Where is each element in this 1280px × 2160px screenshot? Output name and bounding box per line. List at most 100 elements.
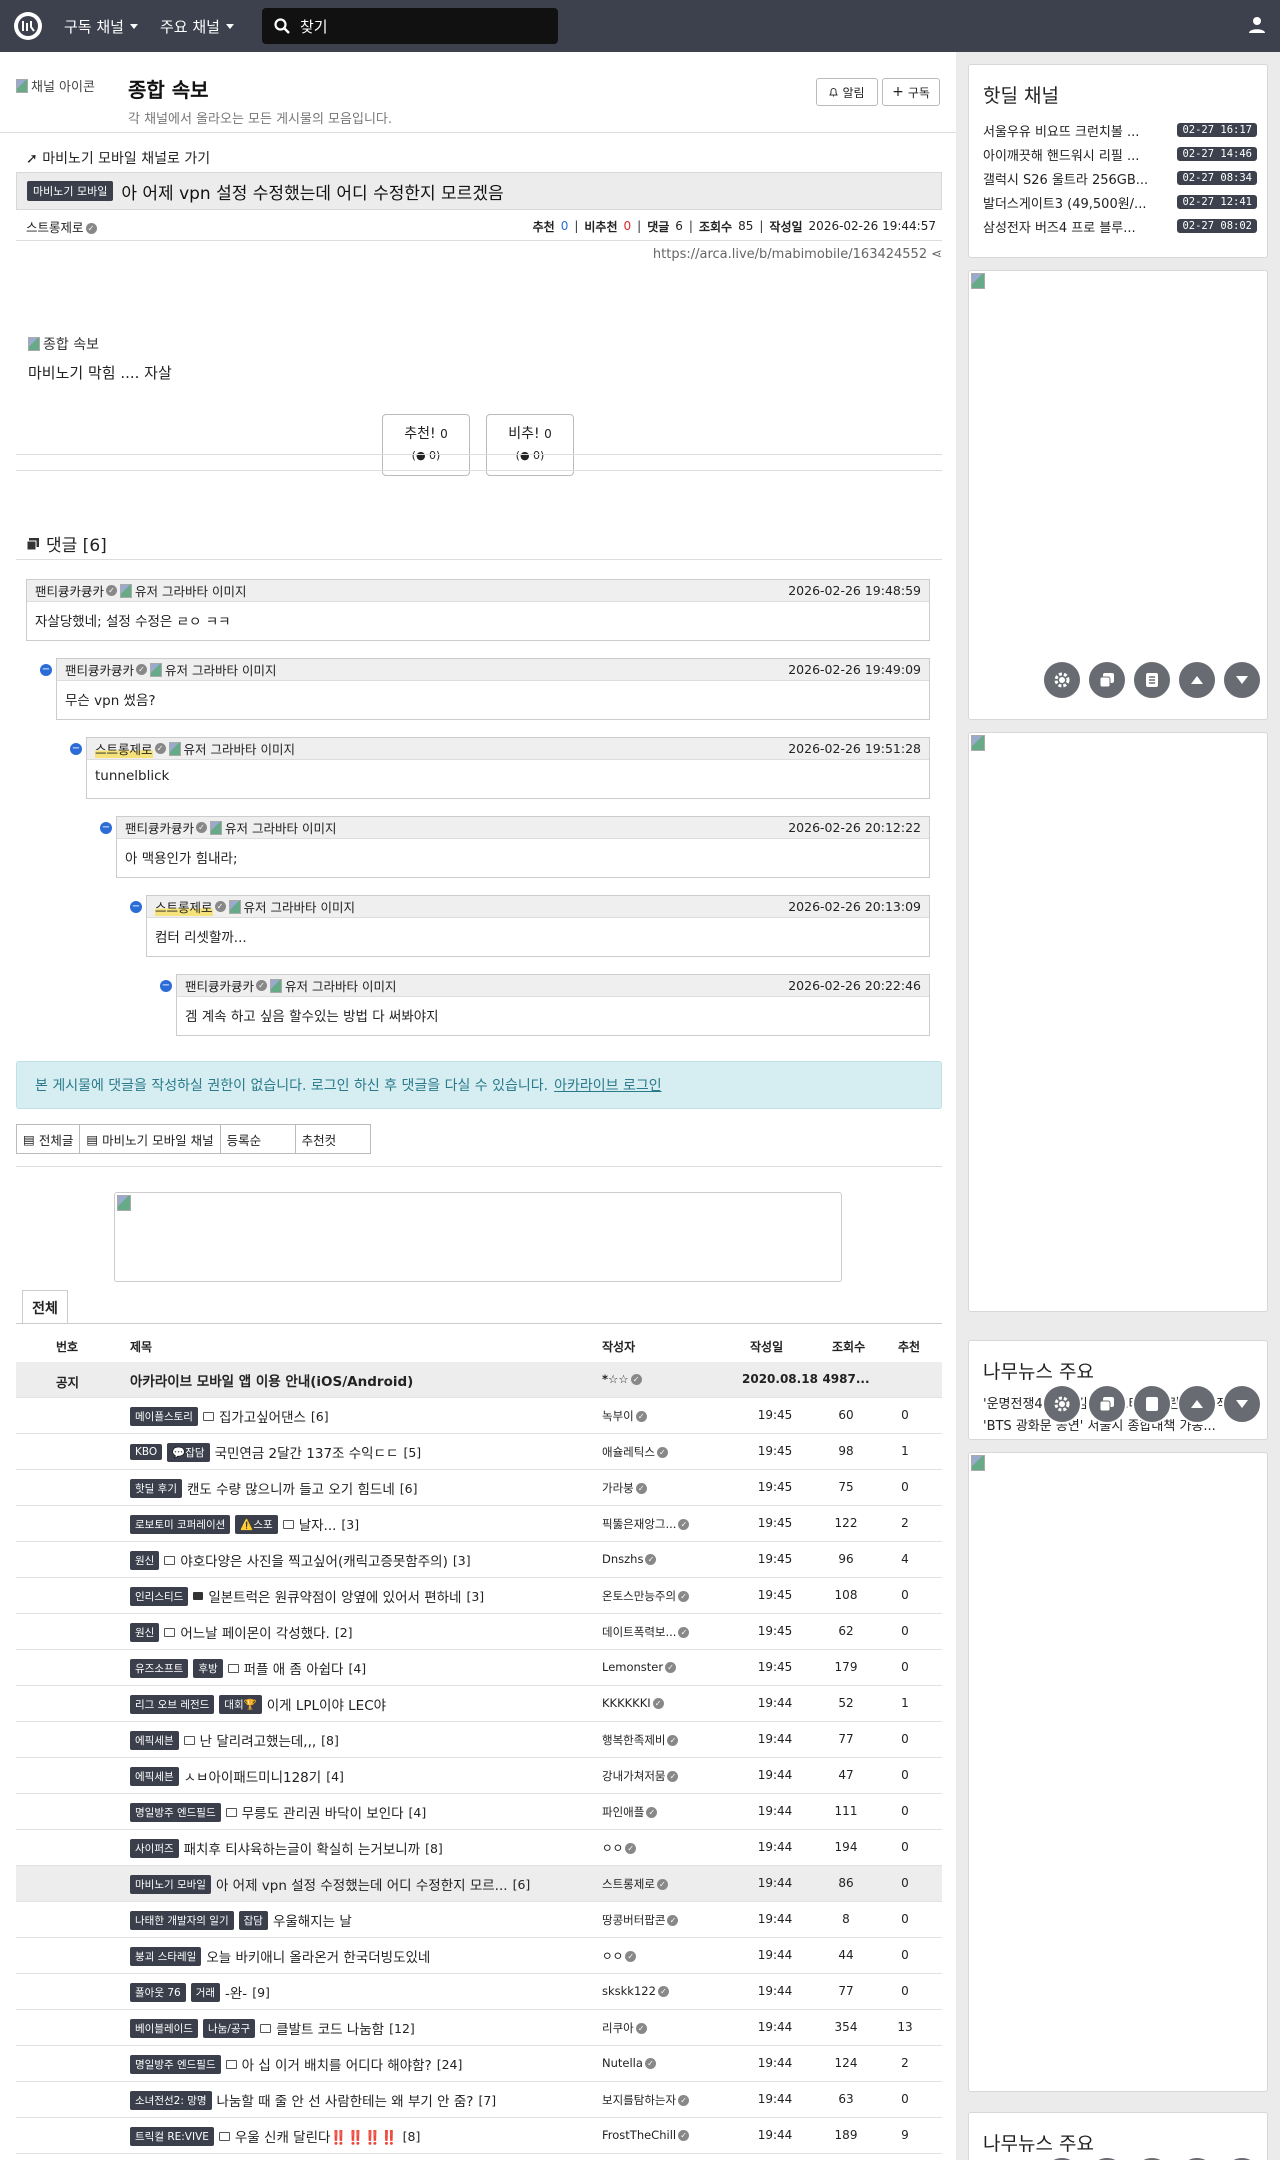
post-author[interactable]: 녹부이 ✓ bbox=[602, 1408, 712, 1424]
post-title[interactable]: 나눔할 때 줄 안 선 사람한테는 왜 부기 안 줌? bbox=[217, 2090, 474, 2110]
table-row[interactable]: 에픽세븐 ㅅㅂ아이패드미니128기 [4] 강내가쳐저뭄 ✓ 19:44 47 0 bbox=[16, 1758, 942, 1794]
table-row[interactable]: 유즈소프트 후방 퍼플 애 좀 아쉽다 [4] Lemonster ✓ 19:45 179 0 bbox=[16, 1650, 942, 1686]
post-title[interactable]: 퍼플 애 좀 아쉽다 bbox=[244, 1658, 344, 1678]
post-title[interactable]: 우울 신캐 달린다‼️‼️‼️‼️ bbox=[235, 2126, 398, 2146]
table-row[interactable]: 원신 어느날 페이몬이 각성했다. [2] 데이트폭력보... ✓ 19:45 62 0 bbox=[16, 1614, 942, 1650]
search-input[interactable]: 찾기 bbox=[261, 8, 558, 44]
category-badge[interactable]: 에픽세븐 bbox=[130, 1730, 179, 1750]
post-author[interactable]: ㅇㅇ ✓ bbox=[602, 1840, 712, 1856]
table-row[interactable]: 로보토미 코퍼레이션발푸 올정가 가능하겠네[2]경한✓19:44780 bbox=[16, 2154, 942, 2160]
category-badge[interactable]: 원신 bbox=[130, 1622, 160, 1642]
post-title[interactable]: 어느날 페이몬이 각성했다. bbox=[180, 1622, 330, 1642]
comment-author[interactable]: 팬티큥카큥카 bbox=[125, 818, 194, 837]
post-author[interactable]: skskk122 ✓ bbox=[602, 1984, 712, 1998]
post-title[interactable]: 클발트 코드 나눔함 bbox=[276, 2018, 384, 2038]
hotdeal-item[interactable]: 발더스게이트3 (49,500원/... 02-27 12:41 bbox=[969, 190, 1267, 214]
comments-button[interactable] bbox=[1087, 660, 1127, 700]
category-badge[interactable]: ⚠️스포 bbox=[235, 1514, 278, 1534]
post-author[interactable]: ㅇㅇ ✓ bbox=[602, 1948, 712, 1964]
category-badge[interactable]: 사이퍼즈 bbox=[130, 1838, 179, 1858]
category-badge[interactable]: 소녀전선2: 망명 bbox=[130, 2090, 212, 2110]
table-row[interactable]: 인리스티드 일본트럭은 원큐약점이 앙옆에 있어서 편하네 [3] 온토스만능주의 ✓ 1… bbox=[16, 1578, 942, 1614]
post-title[interactable]: 날자... bbox=[299, 1514, 337, 1534]
table-row[interactable]: 메이플스토리 집가고싶어댄스 [6] 녹부이 ✓ 19:45 60 0 bbox=[16, 1398, 942, 1434]
sidebar-ad[interactable] bbox=[968, 1452, 1268, 2092]
comment-author[interactable]: 팬티큥카큥카 bbox=[65, 660, 134, 679]
post-title[interactable]: 캔도 수량 많으니까 들고 오기 힘드네 bbox=[187, 1478, 395, 1498]
scroll-up-button[interactable] bbox=[1177, 660, 1217, 700]
category-badge[interactable]: 명일방주 엔드필드 bbox=[130, 2054, 221, 2074]
category-badge[interactable]: 로보토미 코퍼레이션 bbox=[130, 1514, 231, 1534]
arcalive-logo-icon[interactable] bbox=[14, 12, 42, 40]
category-badge[interactable]: 유즈소프트 bbox=[130, 1658, 189, 1678]
category-badge[interactable]: 마비노기 모바일 bbox=[27, 181, 114, 201]
hotdeal-item[interactable]: 아이깨끗해 핸드워시 리필 ... 02-27 14:46 bbox=[969, 142, 1267, 166]
article-author[interactable]: 스트롱제로 ✓ bbox=[26, 217, 97, 236]
tab-all[interactable]: 전체 bbox=[22, 1290, 68, 1324]
scroll-down-button[interactable] bbox=[1222, 660, 1262, 700]
category-badge[interactable]: 베이블레이드 bbox=[130, 2018, 198, 2038]
sidebar-ad[interactable] bbox=[968, 270, 1268, 720]
hotdeal-item[interactable]: 갤럭시 S26 울트라 256GB... 02-27 08:34 bbox=[969, 166, 1267, 190]
table-row[interactable]: 나태한 개발자의 일기 잡담 우울해지는 날 땅콩버터팝콘 ✓ 19:44 8 0 bbox=[16, 1902, 942, 1938]
post-author[interactable]: 스트롱제로 ✓ bbox=[602, 1876, 712, 1892]
table-row[interactable]: 명일방주 엔드필드 아 십 이거 배치를 어디다 해야함? [24] Nutella ✓… bbox=[16, 2046, 942, 2082]
list-button[interactable] bbox=[1132, 660, 1172, 700]
hotdeal-title[interactable]: 핫딜 채널 bbox=[983, 81, 1267, 108]
hotdeal-item[interactable]: 서울우유 비요뜨 크런치볼 ... 02-27 16:17 bbox=[969, 118, 1267, 142]
login-link[interactable]: 아카라이브 로그인 bbox=[554, 1075, 662, 1095]
post-author[interactable]: 애슐레틱스 ✓ bbox=[602, 1444, 712, 1460]
category-badge[interactable]: 후방 bbox=[193, 1658, 223, 1678]
post-author[interactable]: 리쿠아 ✓ bbox=[602, 2020, 712, 2036]
sidebar-ad[interactable] bbox=[968, 732, 1268, 1312]
post-author[interactable]: FrostTheChill ✓ bbox=[602, 2128, 712, 2142]
post-author[interactable]: 온토스만능주의 ✓ bbox=[602, 1588, 712, 1604]
table-row[interactable]: 리그 오브 레전드 대회🏆 이게 LPL이야 LEC야 KKKKKKI ✓ 19:44 52… bbox=[16, 1686, 942, 1722]
category-badge[interactable]: 인리스티드 bbox=[130, 1586, 189, 1606]
post-author[interactable]: 강내가쳐저뭄 ✓ bbox=[602, 1768, 712, 1784]
major-channels-menu[interactable]: 주요 채널 bbox=[160, 16, 234, 37]
post-author[interactable]: Nutella ✓ bbox=[602, 2056, 712, 2070]
post-author[interactable]: Lemonster ✓ bbox=[602, 1660, 712, 1674]
post-title[interactable]: 난 달리려고했는데,,, bbox=[200, 1730, 317, 1750]
post-author[interactable]: Dnszhs ✓ bbox=[602, 1552, 712, 1566]
table-row[interactable]: 로보토미 코퍼레이션 ⚠️스포 날자... [3] 픽뚫은재앙그... ✓ 19:45 122… bbox=[16, 1506, 942, 1542]
ad-banner[interactable] bbox=[114, 1192, 842, 1282]
filter-recommended[interactable]: 추천컷 bbox=[294, 1124, 371, 1154]
table-row[interactable]: 베이블레이드 나눔/공구 클발트 코드 나눔함 [12] 리쿠아 ✓ 19:44 354 13 bbox=[16, 2010, 942, 2046]
category-badge[interactable]: 나태한 개발자의 일기 bbox=[130, 1910, 234, 1930]
category-badge[interactable]: 메이플스토리 bbox=[130, 1406, 198, 1426]
filter-channel[interactable]: ▤ 마비노기 모바일 채널 bbox=[79, 1124, 221, 1154]
table-row[interactable]: 소녀전선2: 망명 나눔할 때 줄 안 선 사람한테는 왜 부기 안 줌? [7] 보… bbox=[16, 2082, 942, 2118]
news-title[interactable]: 나무뉴스 주요 bbox=[983, 1357, 1267, 1384]
table-row[interactable]: 원신 야호다양은 사진을 찍고싶어(캐릭고증못함주의) [3] Dnszhs ✓ 19:4… bbox=[16, 1542, 942, 1578]
post-author[interactable]: KKKKKKI ✓ bbox=[602, 1696, 712, 1710]
list-button[interactable] bbox=[1132, 1384, 1172, 1424]
post-author[interactable]: 가라붕 ✓ bbox=[602, 1480, 712, 1496]
comment-author[interactable]: 스트롱제로 bbox=[95, 739, 153, 758]
user-icon[interactable] bbox=[1248, 16, 1266, 34]
table-row[interactable]: KBO 💬잡담 국민연금 2달간 137조 수익ㄷㄷ [5] 애슐레틱스 ✓ 19:45 98… bbox=[16, 1434, 942, 1470]
category-badge[interactable]: 나눔/공구 bbox=[202, 2018, 256, 2038]
downvote-button[interactable]: 비추! 0 (● 0) bbox=[486, 414, 574, 476]
post-title[interactable]: 야호다양은 사진을 찍고싶어(캐릭고증못함주의) bbox=[180, 1550, 448, 1570]
subscribed-channels-menu[interactable]: 구독 채널 bbox=[64, 16, 138, 37]
comment-author[interactable]: 팬티큥카큥카 bbox=[185, 976, 254, 995]
back-to-channel-link[interactable]: ➚ 마비노기 모바일 채널로 가기 bbox=[26, 148, 210, 168]
post-title[interactable]: 집가고싶어댄스 bbox=[219, 1406, 306, 1426]
upvote-button[interactable]: 추천! 0 (● 0) bbox=[382, 414, 470, 476]
post-title[interactable]: 이게 LPL이야 LEC야 bbox=[267, 1694, 386, 1714]
list-button[interactable] bbox=[1132, 2156, 1172, 2160]
table-row[interactable]: 트릭컬 RE:VIVE 우울 신캐 달린다‼️‼️‼️‼️ [8] FrostTheC… bbox=[16, 2118, 942, 2154]
settings-button[interactable] bbox=[1042, 1384, 1082, 1424]
settings-button[interactable] bbox=[1042, 660, 1082, 700]
category-badge[interactable]: 💬잡담 bbox=[167, 1442, 210, 1462]
category-badge[interactable]: 핫딜 후기 bbox=[130, 1478, 182, 1498]
post-author[interactable]: 파인애플 ✓ bbox=[602, 1804, 712, 1820]
category-badge[interactable]: 리그 오브 레전드 bbox=[130, 1694, 215, 1714]
alarm-button[interactable]: 알림 bbox=[816, 78, 878, 106]
table-row[interactable]: 사이퍼즈 패치후 티샤육하는글이 확실히 는거보니까 [8] ㅇㅇ ✓ 19:44 194 0 bbox=[16, 1830, 942, 1866]
sort-registered[interactable]: 등록순 bbox=[219, 1124, 296, 1154]
settings-button[interactable] bbox=[1042, 2156, 1082, 2160]
post-title[interactable]: 패치후 티샤육하는글이 확실히 는거보니까 bbox=[184, 1838, 420, 1858]
